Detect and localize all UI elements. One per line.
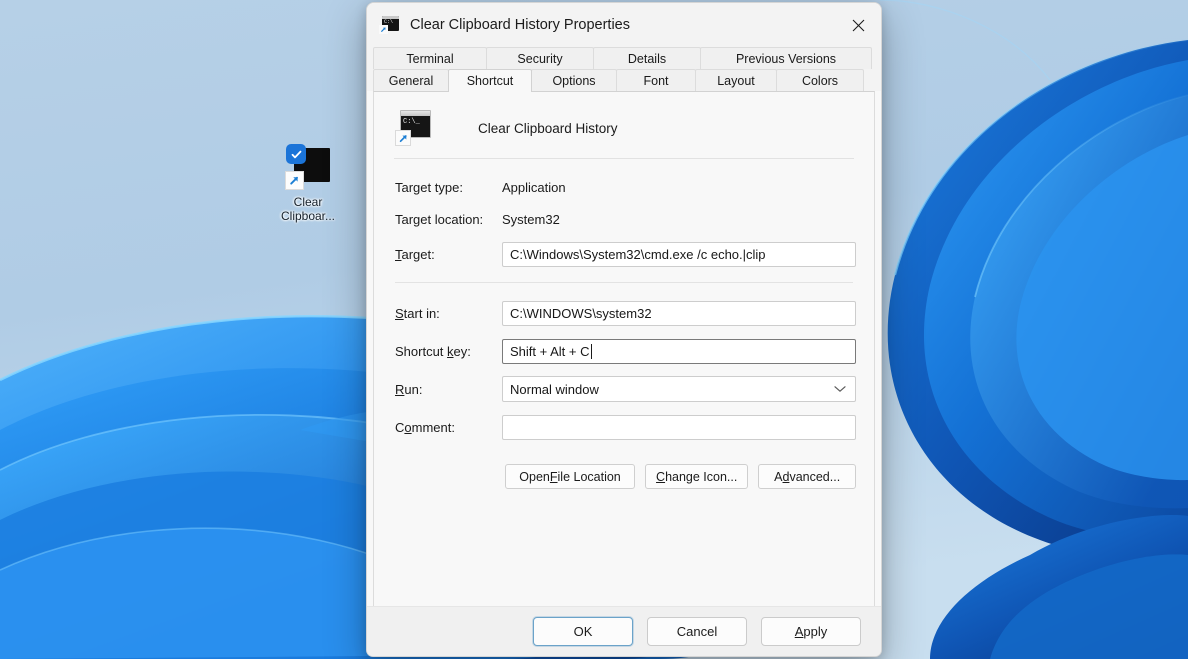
- comment-label-pre: C: [395, 419, 405, 435]
- advanced-label-rest: vanced...: [789, 469, 841, 484]
- tab-layout-label: Layout: [717, 73, 755, 88]
- tab-security[interactable]: Security: [486, 47, 594, 69]
- desktop-shortcut-clear-clipboard[interactable]: Clear Clipboar...: [262, 142, 354, 223]
- start-in-input-value: C:\WINDOWS\system32: [510, 305, 652, 321]
- tab-terminal-label: Terminal: [406, 51, 454, 66]
- ok-button[interactable]: OK: [533, 617, 633, 646]
- change-icon-button[interactable]: Change Icon...: [645, 464, 749, 489]
- shortcut-action-buttons: Open File Location Change Icon... Ad vanc…: [392, 464, 856, 489]
- shortcut-form: Target type: Application Target location…: [392, 159, 856, 489]
- target-label-rest: arget:: [401, 246, 435, 262]
- tab-row-top: Terminal Security Details Previous Versi…: [373, 47, 875, 69]
- shortcut-name: Clear Clipboard History: [478, 120, 618, 136]
- tab-terminal[interactable]: Terminal: [373, 47, 487, 69]
- advanced-button[interactable]: Ad vanced...: [758, 464, 856, 489]
- start-in-label-accel: S: [395, 305, 404, 321]
- run-dropdown[interactable]: Normal window: [502, 376, 856, 402]
- row-target-type: Target type: Application: [392, 171, 856, 203]
- start-in-input[interactable]: C:\WINDOWS\system32: [502, 300, 856, 326]
- comment-label: Comment:: [392, 420, 502, 435]
- target-location-value: System32: [502, 211, 560, 227]
- cancel-button-label: Cancel: [676, 624, 718, 639]
- apply-button-label-rest: pply: [803, 624, 828, 639]
- shortcut-icon-art: [284, 142, 332, 190]
- tab-security-label: Security: [517, 51, 563, 66]
- tab-font[interactable]: Font: [616, 69, 696, 91]
- shortcut-key-label-rest: ey:: [453, 343, 471, 359]
- desktop-icon-label-line2: Clipboar...: [280, 209, 336, 223]
- tab-general[interactable]: General: [373, 69, 449, 91]
- tab-details[interactable]: Details: [593, 47, 701, 69]
- run-label-accel: R: [395, 381, 405, 397]
- target-input-value: C:\Windows\System32\cmd.exe /c echo.|cli…: [510, 246, 766, 262]
- dialog-title: Clear Clipboard History Properties: [410, 17, 630, 33]
- ok-button-label: OK: [573, 624, 593, 639]
- desktop-icon-label-line1: Clear: [293, 195, 323, 209]
- tab-colors[interactable]: Colors: [776, 69, 864, 91]
- change-icon-label-rest: hange Icon...: [665, 469, 738, 484]
- target-label: Target:: [392, 247, 502, 262]
- chevron-down-icon: [834, 385, 846, 393]
- shortcut-tab-page: C:\_ Clear Clipboard History Target type…: [373, 91, 875, 606]
- run-label: Run:: [392, 382, 502, 397]
- tab-shortcut[interactable]: Shortcut: [448, 69, 532, 92]
- tab-details-label: Details: [627, 51, 667, 66]
- target-type-value: Application: [502, 179, 566, 195]
- check-badge-icon: [286, 144, 306, 164]
- advanced-label-accel: d: [782, 469, 790, 484]
- desktop-icon-label: Clear Clipboar...: [262, 195, 354, 223]
- run-dropdown-value: Normal window: [510, 381, 599, 397]
- form-divider: [395, 282, 853, 283]
- open-file-location-button[interactable]: Open File Location: [505, 464, 636, 489]
- comment-label-accel: o: [404, 419, 412, 435]
- tab-options[interactable]: Options: [531, 69, 617, 91]
- row-start-in: Start in: C:\WINDOWS\system32: [392, 294, 856, 332]
- shortcut-header: C:\_ Clear Clipboard History: [392, 92, 856, 150]
- dialog-titlebar: C:\ Clear Clipboard History Properties: [367, 3, 881, 47]
- shortcut-key-input-value: Shift + Alt + C: [510, 343, 590, 359]
- shortcut-key-label-pre: Shortcut: [395, 343, 448, 359]
- text-caret: [590, 343, 592, 359]
- target-type-label: Target type:: [395, 179, 463, 195]
- row-target-location: Target location: System32: [392, 203, 856, 235]
- tab-layout[interactable]: Layout: [695, 69, 777, 91]
- tab-previous-versions[interactable]: Previous Versions: [700, 47, 872, 69]
- row-comment: Comment:: [392, 408, 856, 446]
- apply-button-label-accel: A: [794, 624, 804, 639]
- properties-dialog: C:\ Clear Clipboard History Properties T…: [366, 2, 882, 657]
- tab-font-label: Font: [643, 73, 669, 88]
- open-file-location-label-rest: ile Location: [557, 469, 621, 484]
- start-in-label-rest: tart in:: [403, 305, 440, 321]
- shortcut-key-label: Shortcut key:: [392, 344, 502, 359]
- tab-general-label: General: [388, 73, 434, 88]
- desktop: Clear Clipboar... C:\ Clear Clipboard Hi…: [0, 0, 1188, 659]
- console-shortcut-icon: C:\: [379, 16, 399, 34]
- run-label-rest: un:: [404, 381, 423, 397]
- tab-previous-versions-label: Previous Versions: [735, 51, 837, 66]
- open-file-location-label-accel: F: [549, 469, 558, 484]
- shortcut-arrow-icon: [285, 171, 304, 190]
- dialog-footer: OK Cancel Apply: [367, 606, 881, 656]
- row-run: Run: Normal window: [392, 370, 856, 408]
- comment-input[interactable]: [502, 414, 856, 440]
- apply-button[interactable]: Apply: [761, 617, 861, 646]
- target-location-label: Target location:: [395, 211, 484, 227]
- comment-label-rest: mment:: [411, 419, 455, 435]
- row-shortcut-key: Shortcut key: Shift + Alt + C: [392, 332, 856, 370]
- open-file-location-label-pre: Open: [519, 469, 550, 484]
- start-in-label: Start in:: [392, 306, 502, 321]
- target-input[interactable]: C:\Windows\System32\cmd.exe /c echo.|cli…: [502, 241, 856, 267]
- tab-row-bottom: General Shortcut Options Font Layout Col…: [373, 69, 875, 92]
- tab-shortcut-label: Shortcut: [466, 74, 514, 88]
- shortcut-key-input[interactable]: Shift + Alt + C: [502, 338, 856, 364]
- tab-strip: Terminal Security Details Previous Versi…: [367, 47, 881, 92]
- tab-options-label: Options: [552, 73, 596, 88]
- tab-colors-label: Colors: [801, 73, 839, 88]
- row-target: Target: C:\Windows\System32\cmd.exe /c e…: [392, 235, 856, 273]
- console-shortcut-icon: C:\_: [395, 110, 431, 146]
- close-icon[interactable]: [835, 3, 881, 47]
- advanced-label-pre: A: [774, 469, 783, 484]
- change-icon-label-accel: C: [656, 469, 666, 484]
- cancel-button[interactable]: Cancel: [647, 617, 747, 646]
